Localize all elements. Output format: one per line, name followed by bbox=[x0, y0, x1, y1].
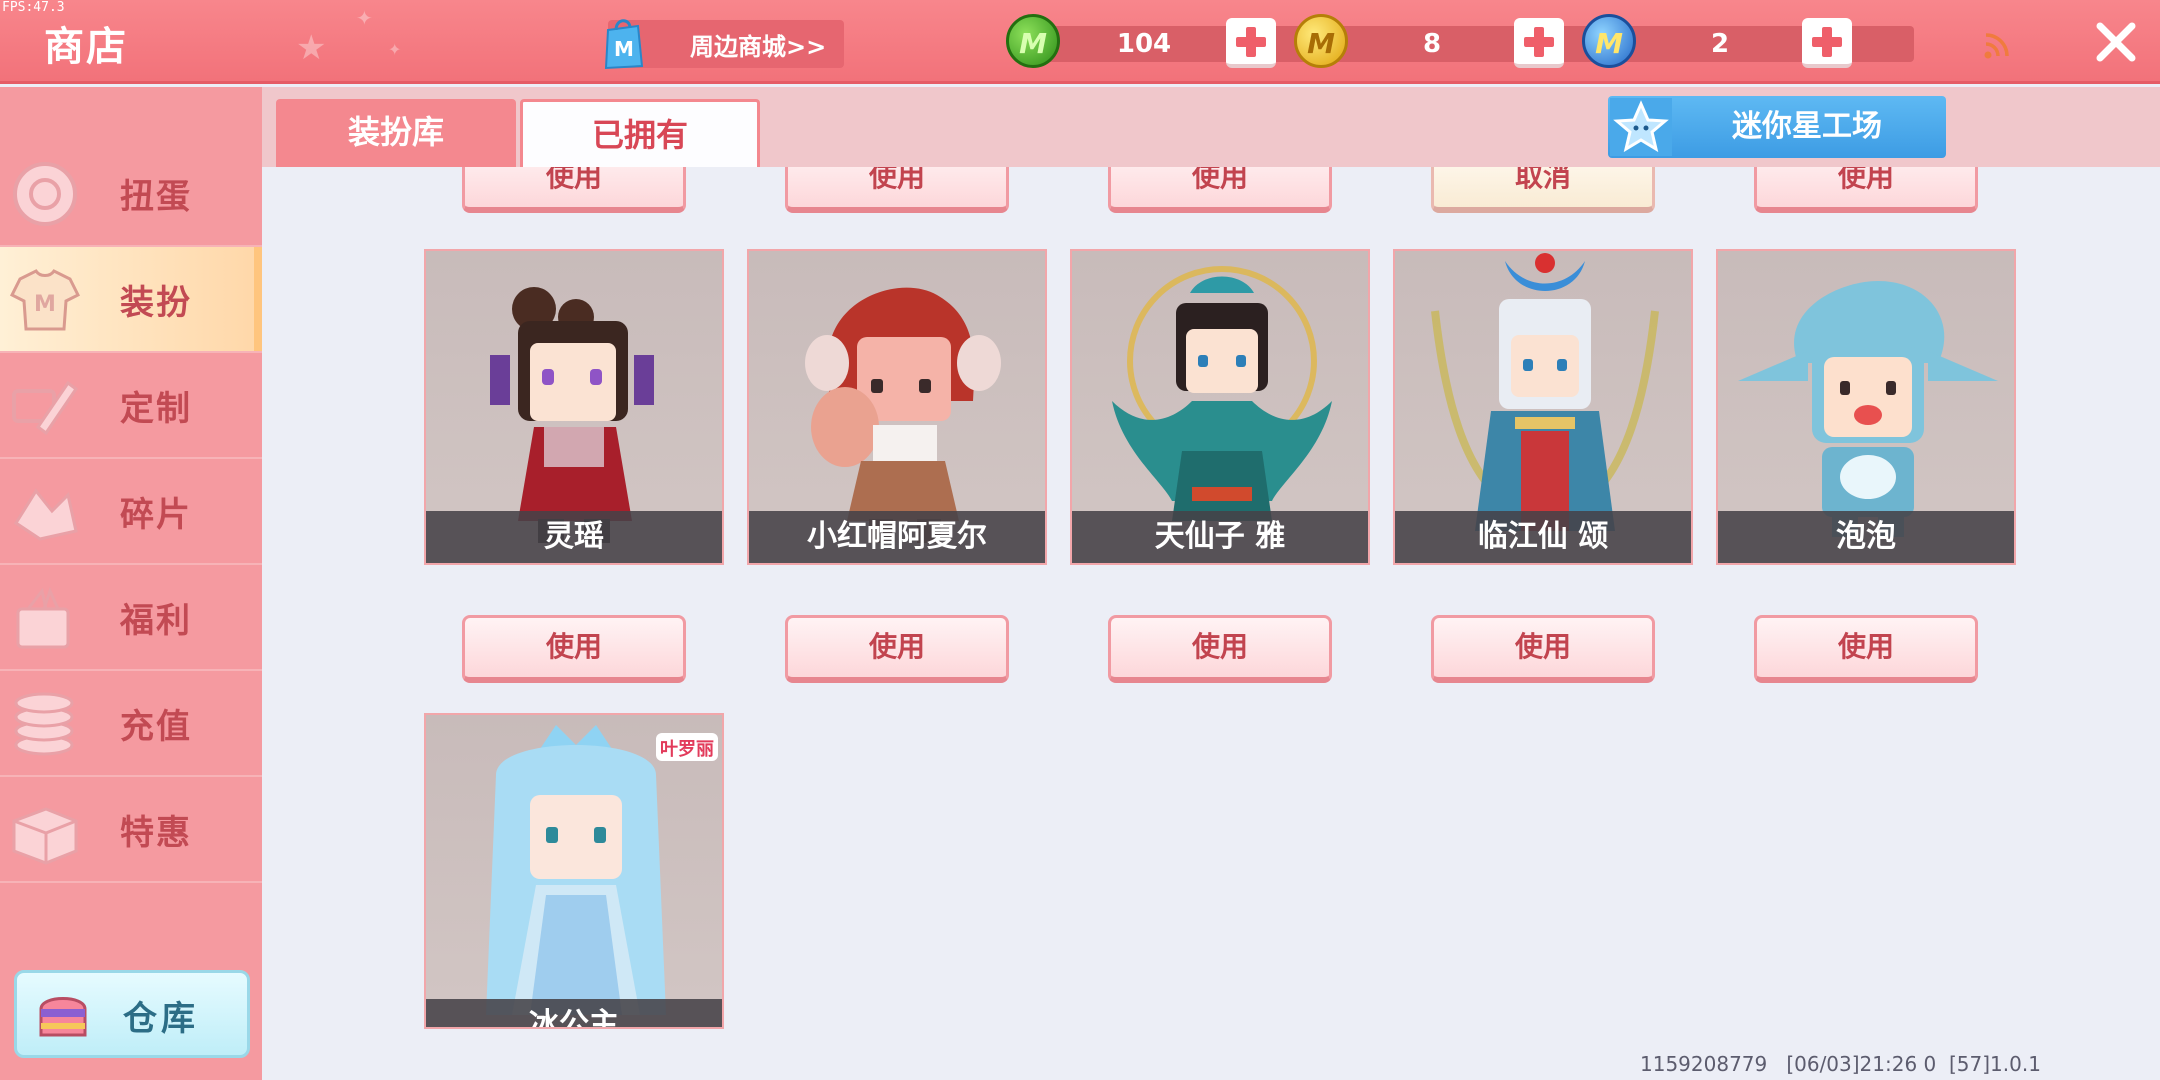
shopping-bag-icon: M bbox=[604, 19, 644, 70]
outfit-name: 泡泡 bbox=[1718, 511, 2014, 563]
green-m-coin-icon: M bbox=[1006, 14, 1060, 68]
recharge-coins-icon bbox=[14, 692, 74, 756]
use-button[interactable]: 使用 bbox=[1754, 167, 1978, 213]
page-title: 商店 bbox=[44, 24, 128, 70]
customize-pencil-icon bbox=[12, 380, 79, 436]
outfit-shirt-icon: M bbox=[9, 269, 81, 331]
top-bar: FPS:47.3 商店 ★ ✦ ✦ 周边商城>> M 104 M 8 M 2 M bbox=[0, 0, 2160, 84]
sidebar-item-fragments[interactable]: 碎片 bbox=[0, 459, 262, 565]
tab-outfit-library[interactable]: 装扮库 bbox=[276, 99, 516, 167]
gold-currency-value: 8 bbox=[1422, 29, 1442, 59]
green-currency-value: 104 bbox=[1116, 29, 1172, 59]
outfit-card[interactable]: 泡泡 bbox=[1716, 249, 2016, 565]
blue-currency-value: 2 bbox=[1710, 29, 1730, 59]
add-green-currency-button[interactable] bbox=[1226, 18, 1276, 68]
gacha-icon bbox=[13, 162, 77, 226]
footer-build-info: 1159208779 [06/03]21:26 0 [57]1.0.1 bbox=[1640, 1052, 2041, 1076]
star-decoration-icon: ★ ✦ ✦ bbox=[296, 6, 402, 68]
warehouse-chest-icon bbox=[39, 997, 87, 1037]
yeluoli-brand-logo: 叶罗丽 bbox=[656, 733, 718, 761]
cancel-button[interactable]: 取消 bbox=[1431, 167, 1655, 213]
sidebar-item-label: 装扮 bbox=[120, 283, 192, 323]
outfit-name: 冰公主 bbox=[426, 999, 722, 1027]
outfit-name: 小红帽阿夏尔 bbox=[749, 511, 1045, 563]
warehouse-label: 仓库 bbox=[123, 999, 199, 1039]
fragment-icon bbox=[13, 488, 78, 541]
use-button[interactable]: 使用 bbox=[462, 167, 686, 213]
add-blue-currency-button[interactable] bbox=[1802, 18, 1852, 68]
sidebar-item-gacha[interactable]: 扭蛋 bbox=[0, 141, 262, 247]
special-offer-box-icon bbox=[12, 807, 78, 865]
sidebar-item-recharge[interactable]: 充值 bbox=[0, 671, 262, 777]
svg-text:M: M bbox=[614, 37, 634, 61]
blue-m-coin-icon: M bbox=[1582, 14, 1636, 68]
star-icon bbox=[1610, 98, 1672, 156]
use-button[interactable]: 使用 bbox=[1108, 167, 1332, 213]
use-button[interactable]: 使用 bbox=[1108, 615, 1332, 683]
sidebar-item-outfit[interactable]: M 装扮 bbox=[0, 247, 262, 353]
use-button[interactable]: 使用 bbox=[462, 615, 686, 683]
rss-feed-icon[interactable] bbox=[1982, 30, 2016, 60]
sidebar-item-label: 定制 bbox=[120, 389, 192, 429]
tab-owned[interactable]: 已拥有 bbox=[520, 99, 760, 167]
close-icon[interactable] bbox=[2094, 20, 2138, 64]
outfit-name: 灵瑶 bbox=[426, 511, 722, 563]
sidebar-item-welfare[interactable]: 福利 bbox=[0, 565, 262, 671]
fps-counter: FPS:47.3 bbox=[2, 0, 65, 15]
outfit-card[interactable]: 叶罗丽 冰公主 bbox=[424, 713, 724, 1029]
outfit-card[interactable]: 天仙子 雅 bbox=[1070, 249, 1370, 565]
sidebar-item-label: 福利 bbox=[120, 601, 192, 641]
sidebar-item-customize[interactable]: 定制 bbox=[0, 353, 262, 459]
sidebar-item-label: 特惠 bbox=[120, 813, 192, 853]
welfare-gift-icon bbox=[16, 586, 70, 649]
outfit-card[interactable]: 临江仙 颂 bbox=[1393, 249, 1693, 565]
gold-m-coin-icon: M bbox=[1294, 14, 1348, 68]
use-button[interactable]: 使用 bbox=[785, 615, 1009, 683]
outfit-name: 临江仙 颂 bbox=[1395, 511, 1691, 563]
warehouse-button[interactable]: 仓库 bbox=[14, 970, 250, 1058]
add-gold-currency-button[interactable] bbox=[1514, 18, 1564, 68]
owned-outfits-grid: 使用 使用 使用 取消 使用 灵瑶 使用 小红帽阿夏尔 使用 天仙子 雅 使用 … bbox=[262, 167, 2160, 1080]
brand-badge-text: 叶罗丽 bbox=[660, 739, 714, 760]
outfit-card[interactable]: 灵瑶 bbox=[424, 249, 724, 565]
sidebar-item-label: 充值 bbox=[120, 707, 192, 747]
use-button[interactable]: 使用 bbox=[785, 167, 1009, 213]
sidebar-item-label: 碎片 bbox=[120, 495, 192, 535]
outfit-card[interactable]: 小红帽阿夏尔 bbox=[747, 249, 1047, 565]
use-button[interactable]: 使用 bbox=[1431, 615, 1655, 683]
svg-text:M: M bbox=[34, 292, 56, 317]
sidebar: 扭蛋 M 装扮 定制 碎片 福利 充值 特惠 仓库 bbox=[0, 87, 262, 1080]
use-button[interactable]: 使用 bbox=[1754, 615, 1978, 683]
outfit-name: 天仙子 雅 bbox=[1072, 511, 1368, 563]
sidebar-item-special-offer[interactable]: 特惠 bbox=[0, 777, 262, 883]
sidebar-item-label: 扭蛋 bbox=[120, 177, 192, 217]
